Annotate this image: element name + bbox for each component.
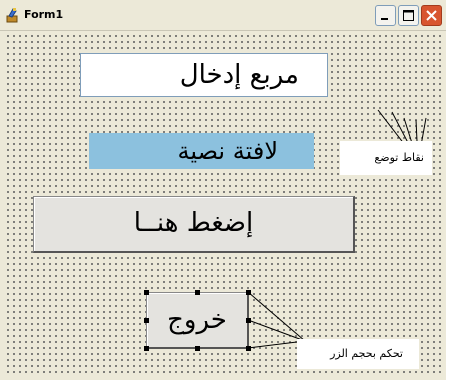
button-size-callout: تحكم بحجم الزر xyxy=(297,339,419,369)
position-points-callout: نقاط توضع xyxy=(340,141,432,175)
annotation-lines xyxy=(247,109,427,349)
